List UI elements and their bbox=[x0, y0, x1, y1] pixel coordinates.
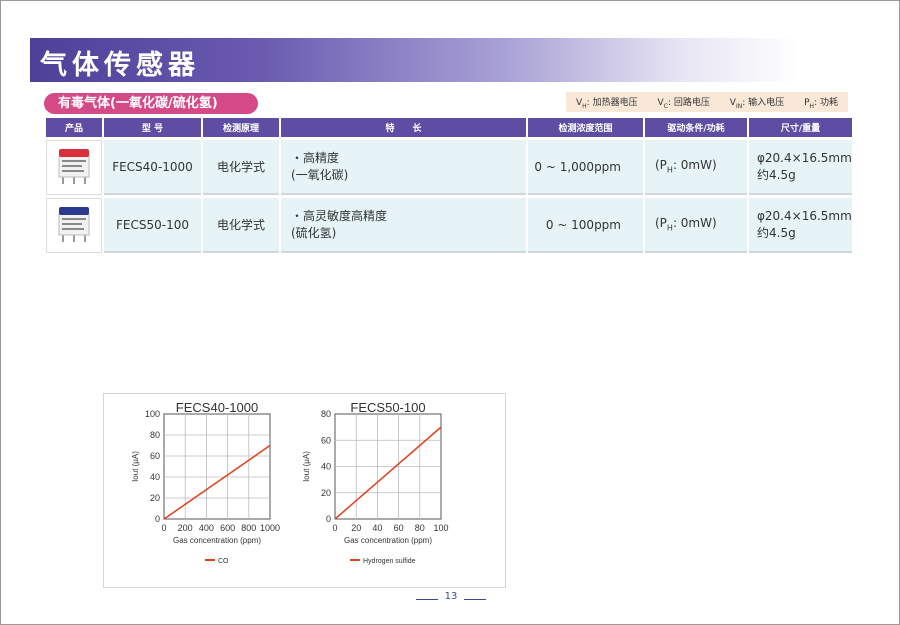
drive-cell: (PH: 0mW) bbox=[645, 140, 747, 195]
col-header-principle: 检测原理 bbox=[203, 118, 279, 137]
x-tick-label: 20 bbox=[351, 523, 361, 533]
y-tick-label: 100 bbox=[145, 409, 160, 419]
x-tick-label: 800 bbox=[241, 523, 256, 533]
chart-title: FECS50-100 bbox=[350, 400, 425, 415]
y-axis-label: Iout (μA) bbox=[302, 451, 311, 482]
legend-item-ph: PH: 功耗 bbox=[804, 97, 838, 110]
x-tick-label: 600 bbox=[220, 523, 235, 533]
symbol-legend: VH: 加热器电压 VC: 回路电压 VIN: 输入电压 PH: 功耗 bbox=[566, 92, 848, 112]
x-tick-label: 0 bbox=[332, 523, 337, 533]
size-cell: φ20.4×16.5mm 约4.5g bbox=[749, 198, 852, 253]
y-tick-label: 20 bbox=[321, 488, 331, 498]
plot-area bbox=[163, 413, 271, 520]
charts-svg: FECS40-10000 200 400 600 800 1000020406080100… bbox=[131, 400, 449, 565]
chart-title: FECS40-1000 bbox=[176, 400, 258, 415]
x-tick-label: 80 bbox=[415, 523, 425, 533]
size-cell: φ20.4×16.5mm 约4.5g bbox=[749, 140, 852, 195]
section-title: 有毒气体(一氧化碳/硫化氢) bbox=[44, 93, 258, 114]
x-tick-label: 1000 bbox=[260, 523, 280, 533]
y-tick-label: 40 bbox=[150, 472, 160, 482]
y-tick-label: 0 bbox=[326, 514, 331, 524]
col-header-range: 检测浓度范围 bbox=[528, 118, 643, 137]
legend-label: Hydrogen sulfide bbox=[363, 558, 416, 565]
x-tick-label: 40 bbox=[372, 523, 382, 533]
x-tick-label: 400 bbox=[199, 523, 214, 533]
x-tick-label: 200 bbox=[178, 523, 193, 533]
y-tick-label: 20 bbox=[150, 493, 160, 503]
legend-item-vh: VH: 加热器电压 bbox=[575, 97, 638, 110]
title-banner: 气体传感器 bbox=[30, 38, 800, 82]
x-tick-label: 60 bbox=[394, 523, 404, 533]
principle-cell: 电化学式 bbox=[203, 140, 279, 195]
range-cell: 0 ~ 100ppm bbox=[528, 198, 643, 253]
col-header-size: 尺寸/重量 bbox=[749, 118, 852, 137]
x-axis-label: Gas concentration (ppm) bbox=[173, 536, 261, 545]
spec-table: 产品 型 号 检测原理 特 长 检测浓度范围 驱动条件/功耗 尺寸/重量 FEC… bbox=[44, 118, 854, 253]
y-tick-label: 40 bbox=[321, 462, 331, 472]
sensor-icon bbox=[58, 149, 90, 184]
y-axis-label: Iout (μA) bbox=[131, 451, 140, 482]
col-header-product: 产品 bbox=[46, 118, 102, 137]
legend-item-vc: VC: 回路电压 bbox=[657, 97, 710, 110]
product-image bbox=[46, 140, 102, 195]
features-cell: ・高灵敏度高精度 (硫化氢) bbox=[281, 198, 526, 253]
legend-item-vin: VIN: 输入电压 bbox=[729, 97, 785, 110]
y-tick-label: 80 bbox=[150, 430, 160, 440]
range-cell: 0 ~ 1,000ppm bbox=[528, 140, 643, 195]
table-row: FECS40-1000 电化学式 ・高精度 (一氧化碳) 0 ~ 1,000pp… bbox=[46, 140, 852, 195]
drive-cell: (PH: 0mW) bbox=[645, 198, 747, 253]
table-row: FECS50-100 电化学式 ・高灵敏度高精度 (硫化氢) 0 ~ 100pp… bbox=[46, 198, 852, 253]
product-image bbox=[46, 198, 102, 253]
page-number: 13 bbox=[416, 591, 486, 607]
principle-cell: 电化学式 bbox=[203, 198, 279, 253]
model-cell: FECS50-100 bbox=[104, 198, 201, 253]
charts-panel: FECS40-1000 0 200 400 600 800 1000 0 20 40 60 80 100… bbox=[103, 393, 506, 588]
legend-label: CO bbox=[218, 558, 229, 565]
model-cell: FECS40-1000 bbox=[104, 140, 201, 195]
x-tick-label: 0 bbox=[161, 523, 166, 533]
x-tick-label: 100 bbox=[433, 523, 448, 533]
y-tick-label: 0 bbox=[155, 514, 160, 524]
y-tick-label: 80 bbox=[321, 409, 331, 419]
col-header-drive: 驱动条件/功耗 bbox=[645, 118, 747, 137]
y-tick-label: 60 bbox=[150, 451, 160, 461]
features-cell: ・高精度 (一氧化碳) bbox=[281, 140, 526, 195]
y-tick-label: 60 bbox=[321, 435, 331, 445]
table-header-row: 产品 型 号 检测原理 特 长 检测浓度范围 驱动条件/功耗 尺寸/重量 bbox=[46, 118, 852, 137]
col-header-model: 型 号 bbox=[104, 118, 201, 137]
page-title: 气体传感器 bbox=[40, 50, 200, 81]
x-axis-label: Gas concentration (ppm) bbox=[344, 536, 432, 545]
sensor-icon bbox=[58, 207, 90, 242]
col-header-features: 特 长 bbox=[281, 118, 526, 137]
